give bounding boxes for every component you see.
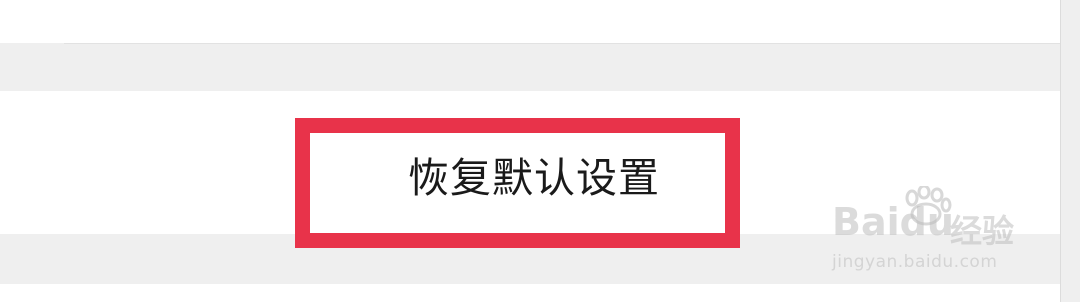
baidu-logo: Baidu 经验 <box>832 186 1022 250</box>
watermark-suffix: 经验 <box>950 212 1015 250</box>
edge-line <box>1060 0 1061 302</box>
settings-page: 恢复默认设置 Baidu 经验 jingyan.baidu.com <box>0 0 1080 302</box>
watermark-brand: Baidu <box>832 200 954 244</box>
reset-default-settings-label: 恢复默认设置 <box>408 154 660 202</box>
watermark-url: jingyan.baidu.com <box>832 252 998 272</box>
baidu-jingyan-watermark: Baidu 经验 jingyan.baidu.com <box>832 186 1032 282</box>
divider-line <box>64 43 1060 44</box>
section-divider <box>0 43 1060 91</box>
reset-default-settings-button[interactable]: 恢复默认设置 <box>295 118 740 248</box>
scroll-edge <box>1060 0 1080 302</box>
